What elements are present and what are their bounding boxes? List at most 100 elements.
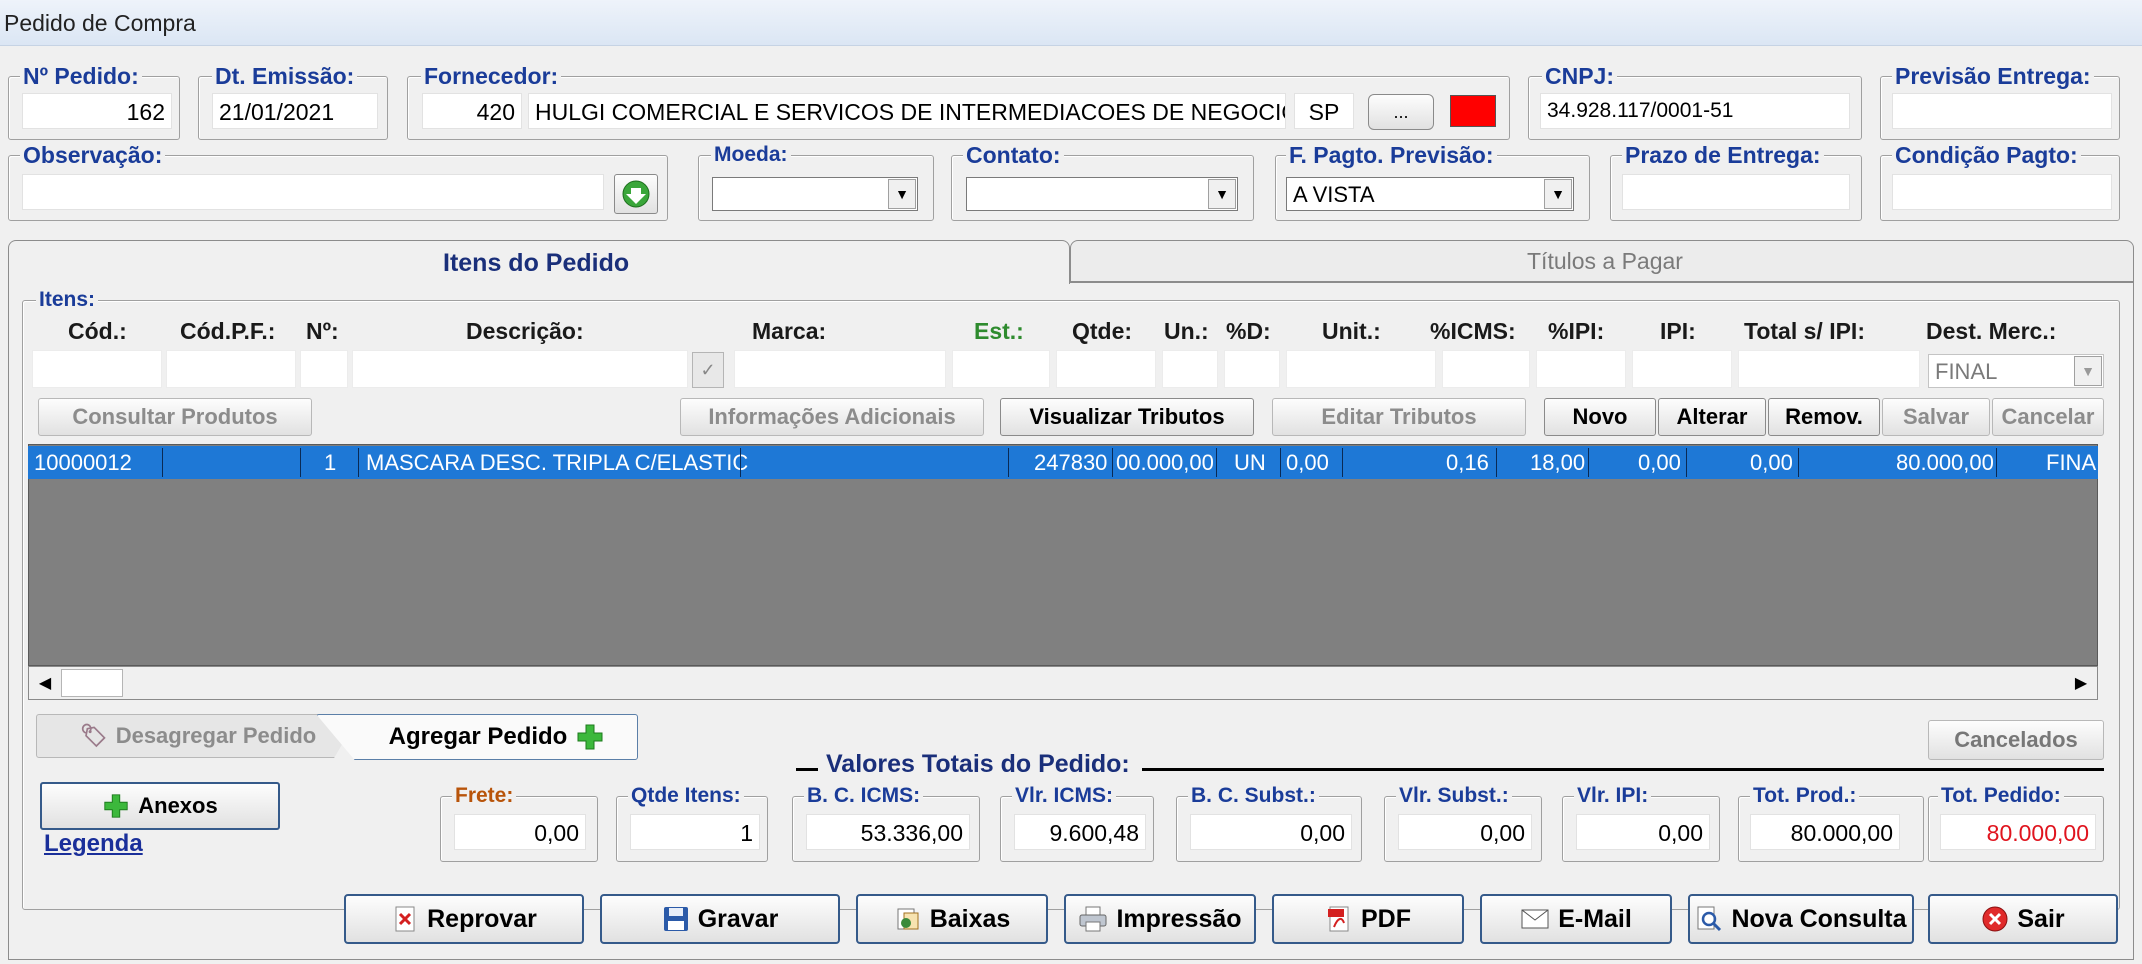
col-unit: Unit.:: [1322, 318, 1381, 344]
fornecedor-name-field[interactable]: HULGI COMERCIAL E SERVICOS DE INTERMEDIA…: [528, 93, 1286, 129]
input-marca[interactable]: [734, 350, 946, 388]
scrollbar-thumb[interactable]: [61, 669, 123, 697]
input-qtde[interactable]: [1056, 350, 1156, 388]
fornecedor-uf-field[interactable]: SP: [1294, 93, 1354, 129]
dest-select[interactable]: FINAL ▼: [1928, 354, 2104, 388]
cnpj-field[interactable]: 34.928.117/0001-51: [1540, 93, 1850, 129]
input-num[interactable]: [300, 350, 348, 388]
pedido-number-field[interactable]: 162: [22, 93, 172, 129]
remover-button[interactable]: Remov.: [1768, 398, 1880, 436]
input-ipi[interactable]: [1632, 350, 1732, 388]
legenda-link[interactable]: Legenda: [44, 830, 143, 858]
cell-num: 1: [324, 450, 337, 475]
vlr-ipi-field[interactable]: 0,00: [1576, 814, 1710, 850]
pdf-label: PDF: [1361, 904, 1411, 933]
impressao-button[interactable]: Impressão: [1064, 894, 1256, 944]
cell-dest: FINA: [2046, 450, 2097, 475]
alterar-button[interactable]: Alterar: [1658, 398, 1766, 436]
input-cod[interactable]: [32, 350, 162, 388]
cell-ipi: 0,00: [1750, 450, 1793, 475]
fpagto-value: A VISTA: [1293, 182, 1375, 207]
desagregar-button[interactable]: 🏷 Desagregar Pedido: [36, 714, 360, 758]
window-title: Pedido de Compra: [4, 10, 196, 36]
input-codpf[interactable]: [166, 350, 296, 388]
col-num: Nº:: [306, 318, 339, 344]
fornecedor-code-field[interactable]: 420: [422, 93, 522, 129]
input-d[interactable]: [1224, 350, 1280, 388]
input-descricao[interactable]: [352, 350, 688, 388]
informacoes-adicionais-button[interactable]: Informações Adicionais: [680, 398, 984, 436]
save-icon: [663, 907, 688, 931]
input-unit[interactable]: [1286, 350, 1436, 388]
vlr-icms-field[interactable]: 9.600,48: [1014, 814, 1146, 850]
bc-icms-label: B. C. ICMS:: [804, 784, 924, 808]
cancelados-button[interactable]: Cancelados: [1928, 720, 2104, 760]
visualizar-tributos-button[interactable]: Visualizar Tributos: [1000, 398, 1254, 436]
anexos-button[interactable]: Anexos: [40, 782, 280, 830]
sair-button[interactable]: Sair: [1928, 894, 2118, 944]
agregar-button[interactable]: Agregar Pedido: [316, 714, 638, 760]
prazo-field[interactable]: [1622, 174, 1850, 210]
search-icon: [1697, 906, 1722, 932]
nova-consulta-button[interactable]: Nova Consulta: [1688, 894, 1914, 944]
gravar-label: Gravar: [697, 904, 779, 933]
col-est: Est.:: [974, 318, 1024, 344]
observacao-field[interactable]: [22, 174, 604, 210]
consultar-produtos-button[interactable]: Consultar Produtos: [38, 398, 312, 436]
moeda-select[interactable]: ▼: [712, 177, 918, 211]
horizontal-scrollbar[interactable]: ◀ ▶: [28, 666, 2098, 700]
baixas-button[interactable]: Baixas: [856, 894, 1048, 944]
observacao-insert-button[interactable]: [614, 174, 658, 214]
contato-select[interactable]: ▼: [966, 177, 1238, 211]
bc-subst-field[interactable]: 0,00: [1190, 814, 1352, 850]
chevron-down-icon: ▼: [1544, 179, 1572, 209]
input-un[interactable]: [1162, 350, 1218, 388]
cancelar-button[interactable]: Cancelar: [1992, 398, 2104, 436]
cell-un: UN: [1234, 450, 1266, 475]
emissao-date-field[interactable]: 21/01/2021: [212, 93, 378, 129]
editar-tributos-button[interactable]: Editar Tributos: [1272, 398, 1526, 436]
col-cod: Cód.:: [68, 318, 127, 344]
reprovar-button[interactable]: Reprovar: [344, 894, 584, 944]
tab-itens[interactable]: Itens do Pedido: [8, 240, 1070, 284]
descricao-picker-icon[interactable]: ✓: [692, 352, 724, 388]
table-row[interactable]: 10000012 1 MASCARA DESC. TRIPLA C/ELASTI…: [28, 446, 2098, 479]
itens-label: Itens:: [36, 288, 99, 312]
fornecedor-search-button[interactable]: ...: [1368, 94, 1434, 130]
baixas-icon: [897, 908, 919, 930]
vlr-ipi-label: Vlr. IPI:: [1574, 784, 1652, 808]
tot-pedido-label: Tot. Pedido:: [1938, 784, 2064, 808]
previsao-field[interactable]: [1892, 93, 2112, 129]
vlr-subst-field[interactable]: 0,00: [1398, 814, 1532, 850]
frete-field[interactable]: 0,00: [454, 814, 586, 850]
input-icms[interactable]: [1442, 350, 1530, 388]
pdf-icon: [1328, 906, 1349, 932]
impressao-label: Impressão: [1116, 904, 1242, 933]
condicao-field[interactable]: [1892, 174, 2112, 210]
col-qtde: Qtde:: [1072, 318, 1133, 344]
email-button[interactable]: E-Mail: [1480, 894, 1672, 944]
anexos-label: Anexos: [138, 793, 218, 818]
col-dest: Dest. Merc.:: [1926, 318, 2057, 344]
novo-button[interactable]: Novo: [1544, 398, 1656, 436]
input-ipi-pct[interactable]: [1536, 350, 1626, 388]
dest-value: FINAL: [1935, 359, 1998, 384]
tab-titulos[interactable]: Títulos a Pagar: [1070, 240, 2134, 282]
scroll-right-icon[interactable]: ▶: [2067, 669, 2095, 697]
scroll-left-icon[interactable]: ◀: [31, 669, 59, 697]
gravar-button[interactable]: Gravar: [600, 894, 840, 944]
printer-icon: [1079, 906, 1107, 932]
col-total: Total s/ IPI:: [1744, 318, 1865, 344]
desagregar-label: Desagregar Pedido: [115, 723, 317, 748]
input-total[interactable]: [1738, 350, 1920, 388]
tab-titulos-label: Títulos a Pagar: [1527, 248, 1683, 274]
totais-rule-right: [1142, 768, 2104, 771]
input-est[interactable]: [952, 350, 1050, 388]
tot-pedido-field[interactable]: 80.000,00: [1940, 814, 2096, 850]
bc-icms-field[interactable]: 53.336,00: [806, 814, 970, 850]
fpagto-select[interactable]: A VISTA ▼: [1286, 177, 1574, 211]
pdf-button[interactable]: PDF: [1272, 894, 1464, 944]
qtde-itens-field[interactable]: 1: [630, 814, 760, 850]
tot-prod-field[interactable]: 80.000,00: [1750, 814, 1900, 850]
salvar-button[interactable]: Salvar: [1882, 398, 1990, 436]
